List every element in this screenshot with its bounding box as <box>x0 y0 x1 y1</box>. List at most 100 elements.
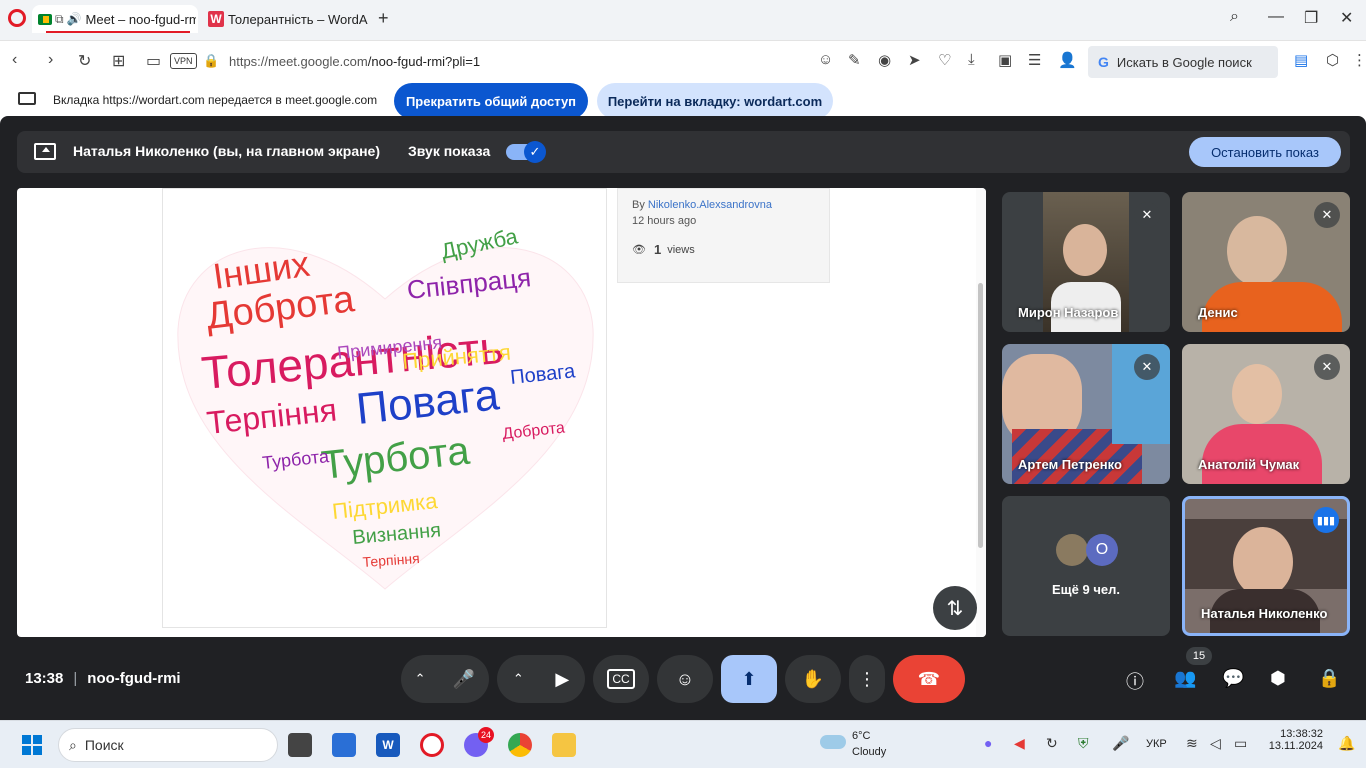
opera-logo-icon[interactable] <box>8 9 26 27</box>
url-path: /noo-fgud-rmi?pli=1 <box>367 54 481 69</box>
microphone-icon[interactable]: 🎤 <box>453 669 475 690</box>
sidebar-icon[interactable]: ▤ <box>1294 51 1308 69</box>
wordart-info-card: By Nikolenko.Alexsandrovna 12 hours ago … <box>617 188 830 283</box>
download-icon[interactable]: ⤓ <box>968 51 975 68</box>
share-sound-toggle[interactable]: ✓ <box>506 141 546 163</box>
participant-tile[interactable]: ✕ Анатолій Чумак <box>1182 344 1350 484</box>
tab-audio-icon[interactable]: 🔊 <box>67 12 82 26</box>
security-tray-icon[interactable]: ⛨ <box>1078 735 1089 752</box>
speed-dial-icon[interactable]: ⊞ <box>112 51 125 71</box>
tab-wordart[interactable]: W Толерантність – WordArt.com <box>202 5 368 33</box>
activities-icon[interactable]: ⬢ <box>1270 668 1286 689</box>
share-sound-label: Звук показа <box>408 143 491 159</box>
profile-icon[interactable]: 👤 <box>1058 51 1077 69</box>
info-icon[interactable]: ⓘ <box>1126 668 1144 694</box>
leave-call-button[interactable]: ☎ <box>893 655 965 703</box>
chevron-up-icon[interactable]: ⌃ <box>415 671 426 687</box>
scrollbar-thumb[interactable] <box>978 283 983 548</box>
google-search-box[interactable]: G Искать в Google поиск <box>1088 46 1278 78</box>
battery-icon[interactable]: ▭ <box>1234 735 1247 752</box>
views-count: 👁 1 views <box>632 242 695 257</box>
edit-icon[interactable]: ✎ <box>848 51 861 69</box>
video-popout-icon[interactable]: ▣ <box>998 51 1012 69</box>
captions-icon: CC <box>607 669 635 689</box>
present-icon <box>34 143 56 160</box>
tab-pip-icon[interactable]: ⧉ <box>55 12 64 27</box>
file-explorer-icon[interactable] <box>552 733 576 757</box>
tab-meet[interactable]: ⧉ 🔊 Meet – noo-fgud-rmi <box>32 5 198 33</box>
participant-tile[interactable]: ✕ Денис <box>1182 192 1350 332</box>
task-view-icon[interactable] <box>288 733 312 757</box>
easy-setup-icon[interactable]: ☰ <box>1028 51 1041 69</box>
present-button[interactable]: ⬆ <box>721 655 777 703</box>
raise-hand-button[interactable]: ✋ <box>785 655 841 703</box>
people-icon[interactable]: 👥 <box>1174 668 1196 689</box>
word-icon[interactable]: W <box>376 733 400 757</box>
reactions-button[interactable]: ☺ <box>657 655 713 703</box>
send-icon[interactable]: ➤ <box>908 51 921 69</box>
stop-presentation-button[interactable]: Остановить показ <box>1189 137 1341 167</box>
minimize-icon[interactable]: — <box>1268 8 1284 26</box>
keyboard-language[interactable]: УКР <box>1146 738 1167 750</box>
windows-start-icon[interactable] <box>22 735 42 755</box>
meeting-time: 13:38 <box>25 670 64 687</box>
store-icon[interactable] <box>332 733 356 757</box>
opera-taskbar-icon[interactable] <box>420 733 444 757</box>
mic-off-icon: ✕ <box>1134 202 1160 228</box>
sync-tray-icon[interactable]: ↻ <box>1046 735 1058 752</box>
new-tab-icon[interactable]: + <box>378 8 389 29</box>
system-clock[interactable]: 13:38:32 13.11.2024 <box>1267 728 1323 752</box>
camera-icon[interactable]: ▶ <box>555 669 569 690</box>
swap-view-button[interactable]: ⇅ <box>933 586 977 630</box>
microphone-control[interactable]: ⌃ 🎤 <box>401 655 489 703</box>
vpn-badge[interactable]: VPN <box>170 53 197 69</box>
snapshot-icon[interactable]: ◉ <box>878 51 891 69</box>
more-participants-label: Ещё 9 чел. <box>1052 582 1120 597</box>
captions-button[interactable]: CC <box>593 655 649 703</box>
url-field[interactable]: https://meet.google.com/noo-fgud-rmi?pli… <box>229 54 480 69</box>
extensions-icon[interactable]: ⬡ <box>1326 51 1339 69</box>
search-placeholder: Поиск <box>84 737 124 753</box>
participant-name: Артем Петренко <box>1018 457 1122 472</box>
chat-icon[interactable]: 💬 <box>1222 668 1244 689</box>
goto-tab-button[interactable]: Перейти на вкладку: wordart.com <box>597 83 833 119</box>
lock-icon[interactable]: 🔒 <box>203 53 219 69</box>
camera-control[interactable]: ⌃ ▶ <box>497 655 585 703</box>
author-link[interactable]: Nikolenko.Alexsandrovna <box>648 199 772 211</box>
reload-icon[interactable]: ↻ <box>78 51 91 71</box>
microphone-tray-icon[interactable]: 🎤 <box>1112 735 1129 752</box>
back-icon[interactable]: ‹ <box>12 51 17 69</box>
wifi-icon[interactable]: ≋ <box>1186 735 1198 752</box>
notifications-icon[interactable]: 🔔 <box>1338 735 1355 752</box>
more-options-button[interactable]: ⋮ <box>849 655 885 703</box>
camera-icon[interactable]: ▭ <box>146 51 161 71</box>
taskbar-search[interactable]: ⌕ Поиск <box>58 728 278 762</box>
emoji-icon[interactable]: ☺ <box>818 51 833 68</box>
avatar <box>1056 534 1088 566</box>
search-tabs-icon[interactable]: ⌕ <box>1230 8 1239 26</box>
participant-tile[interactable]: ✕ Артем Петренко <box>1002 344 1170 484</box>
viber-tray-icon[interactable]: ● <box>984 735 992 751</box>
participant-tile[interactable]: ✕ Мирон Назаров <box>1002 192 1170 332</box>
participant-name: Денис <box>1198 305 1238 320</box>
volume-icon[interactable]: ◁ <box>1210 735 1221 752</box>
restore-icon[interactable]: ❐ <box>1304 8 1318 28</box>
self-tile[interactable]: ▮▮▮ Наталья Николенко <box>1182 496 1350 636</box>
viber-badge: 24 <box>478 727 494 743</box>
present-icon: ⬆ <box>741 668 757 689</box>
cloud-icon <box>820 735 846 749</box>
speaker-tray-icon[interactable]: ◀ <box>1014 735 1025 752</box>
more-participants-tile[interactable]: O Ещё 9 чел. <box>1002 496 1170 636</box>
forward-icon[interactable]: › <box>48 51 53 69</box>
stop-sharing-button[interactable]: Прекратить общий доступ <box>394 83 588 119</box>
heart-icon[interactable]: ♡ <box>938 51 951 69</box>
google-icon: G <box>1098 54 1109 70</box>
menu-icon[interactable]: ⋮ <box>1352 51 1366 69</box>
chrome-icon[interactable] <box>508 733 532 757</box>
screen-share-icon <box>18 92 36 105</box>
clock-time: 13:38:32 <box>1280 728 1323 740</box>
eye-icon: 👁 <box>632 244 646 256</box>
host-controls-icon[interactable]: 🔒 <box>1318 668 1340 689</box>
close-icon[interactable]: ✕ <box>1340 8 1353 28</box>
chevron-up-icon[interactable]: ⌃ <box>513 671 524 687</box>
